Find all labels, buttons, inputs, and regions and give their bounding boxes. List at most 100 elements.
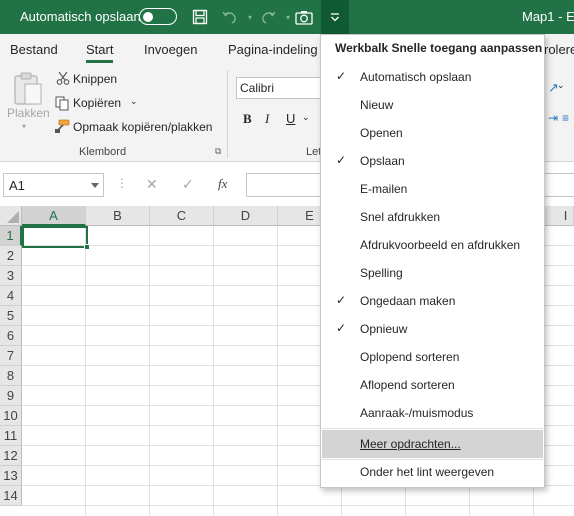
menu-item-label: Onder het lint weergeven [360,465,495,479]
fill-handle[interactable] [84,244,90,250]
menu-divider [322,428,543,429]
cut-button[interactable]: Knippen [73,72,117,86]
menu-item-label: Ongedaan maken [360,294,456,308]
menu-item-label: Aanraak-/muismodus [360,406,474,420]
insert-function-icon[interactable]: fx [218,176,227,192]
font-name-value: Calibri [240,81,275,95]
menu-item-label: Afdrukvoorbeeld en afdrukken [360,238,521,252]
menu-item-e-mailen[interactable]: E-mailen [322,175,543,203]
menu-item-label: E-mailen [360,182,408,196]
paste-icon [14,72,42,105]
menu-item-label: Spelling [360,266,403,280]
copy-dropdown-icon[interactable]: ⌄ [130,96,138,107]
customize-qat-menu: Werkbalk Snelle toegang aanpassen ✓ Auto… [320,34,545,488]
font-group-label: Let [306,146,322,158]
check-icon: ✓ [336,293,347,307]
enter-icon[interactable]: ✓ [182,176,194,193]
tab-invoegen[interactable]: Invoegen [144,42,198,57]
autosave-toggle[interactable] [139,8,177,25]
cancel-icon[interactable]: ✕ [146,176,158,193]
menu-item-label: Openen [360,126,403,140]
undo-icon[interactable] [220,7,240,27]
menu-item-spelling[interactable]: Spelling [322,259,543,287]
autosave-label: Automatisch opslaan [20,9,141,24]
toggle-knob [143,11,153,22]
name-box-value: A1 [9,178,25,193]
row-header[interactable]: 13 [0,466,22,486]
undo-dropdown-icon[interactable]: ▾ [240,7,260,27]
row-header[interactable]: 7 [0,346,22,366]
menu-item-automatisch-opslaan[interactable]: ✓ Automatisch opslaan [322,63,543,91]
tab-start[interactable]: Start [86,42,114,63]
tab-bestand[interactable]: Bestand [10,42,58,57]
bold-button[interactable]: B [243,111,252,127]
row-header[interactable]: 2 [0,246,22,266]
row-header[interactable]: 10 [0,406,22,426]
name-box[interactable]: A1 [3,173,104,197]
menu-item-aanraak-muismodus[interactable]: Aanraak-/muismodus [322,399,543,427]
check-icon: ✓ [336,69,347,83]
menu-item-afdrukvoorbeeld[interactable]: Afdrukvoorbeeld en afdrukken [322,231,543,259]
row-header[interactable]: 8 [0,366,22,386]
menu-item-label: Opnieuw [360,322,408,336]
column-header[interactable]: C [150,206,214,226]
active-cell[interactable] [22,226,90,250]
menu-item-meer-opdrachten[interactable]: Meer opdrachten... [322,430,543,458]
underline-button[interactable]: U [286,111,295,126]
row-header[interactable]: 6 [0,326,22,346]
paste-label: Plakken [7,106,50,120]
redo-icon[interactable] [258,7,278,27]
title-bar: Automatisch opslaan ▾ ▾ Map1 - E [0,0,574,34]
document-title: Map1 - E [522,9,574,24]
menu-item-ongedaan-maken[interactable]: ✓ Ongedaan maken [322,287,543,315]
row-header[interactable]: 5 [0,306,22,326]
menu-item-label: Automatisch opslaan [360,70,472,84]
format-painter-button[interactable]: Opmaak kopiëren/plakken [73,120,212,134]
column-header[interactable]: D [214,206,278,226]
italic-button[interactable]: I [265,111,269,127]
tab-pagina-indeling[interactable]: Pagina-indeling [228,42,318,57]
select-all-triangle [7,211,19,223]
scissors-icon [56,71,70,85]
menu-item-opnieuw[interactable]: ✓ Opnieuw [322,315,543,343]
formula-bar-grip: ⋮ [116,176,128,190]
underline-dropdown-icon[interactable]: ⌄ [302,112,310,123]
column-header[interactable]: B [86,206,150,226]
menu-item-snel-afdrukken[interactable]: Snel afdrukken [322,203,543,231]
wrap-icon[interactable]: ≡ [562,111,569,125]
orientation-dropdown-icon[interactable]: ⌄ [557,80,565,91]
menu-item-label: Nieuw [360,98,394,112]
row-header[interactable]: 3 [0,266,22,286]
select-all-button[interactable] [0,206,22,226]
paste-dropdown-icon[interactable]: ▾ [22,122,26,131]
menu-item-nieuw[interactable]: Nieuw [322,91,543,119]
clipboard-group-label: Klembord [79,146,127,158]
menu-item-label: Snel afdrukken [360,210,441,224]
indent-icon[interactable]: ⇥ [548,111,558,125]
menu-item-openen[interactable]: Openen [322,119,543,147]
customize-qat-button[interactable] [321,0,349,34]
menu-item-aflopend-sorteren[interactable]: Aflopend sorteren [322,371,543,399]
copy-button[interactable]: Kopiëren [73,96,121,110]
menu-title: Werkbalk Snelle toegang aanpassen [335,41,543,55]
font-name-box[interactable]: Calibri [236,77,322,99]
menu-item-opslaan[interactable]: ✓ Opslaan [322,147,543,175]
copy-icon [55,96,69,111]
row-header[interactable]: 4 [0,286,22,306]
row-header[interactable]: 12 [0,446,22,466]
save-icon[interactable] [190,7,210,27]
row-header[interactable]: 9 [0,386,22,406]
menu-item-label: Opslaan [360,154,405,168]
paste-button[interactable] [10,70,44,110]
clipboard-launcher-icon[interactable]: ⧉ [215,146,221,157]
column-header[interactable]: A [22,206,86,226]
menu-item-oplopend-sorteren[interactable]: Oplopend sorteren [322,343,543,371]
camera-icon[interactable] [294,7,314,27]
menu-item-label: Meer opdrachten... [360,437,461,451]
row-header[interactable]: 1 [0,226,22,246]
row-header[interactable]: 11 [0,426,22,446]
tab-partial[interactable]: rolere [544,42,574,57]
name-box-dropdown-icon[interactable] [91,183,99,188]
row-header[interactable]: 14 [0,486,22,506]
menu-item-onder-het-lint[interactable]: Onder het lint weergeven [322,458,543,486]
